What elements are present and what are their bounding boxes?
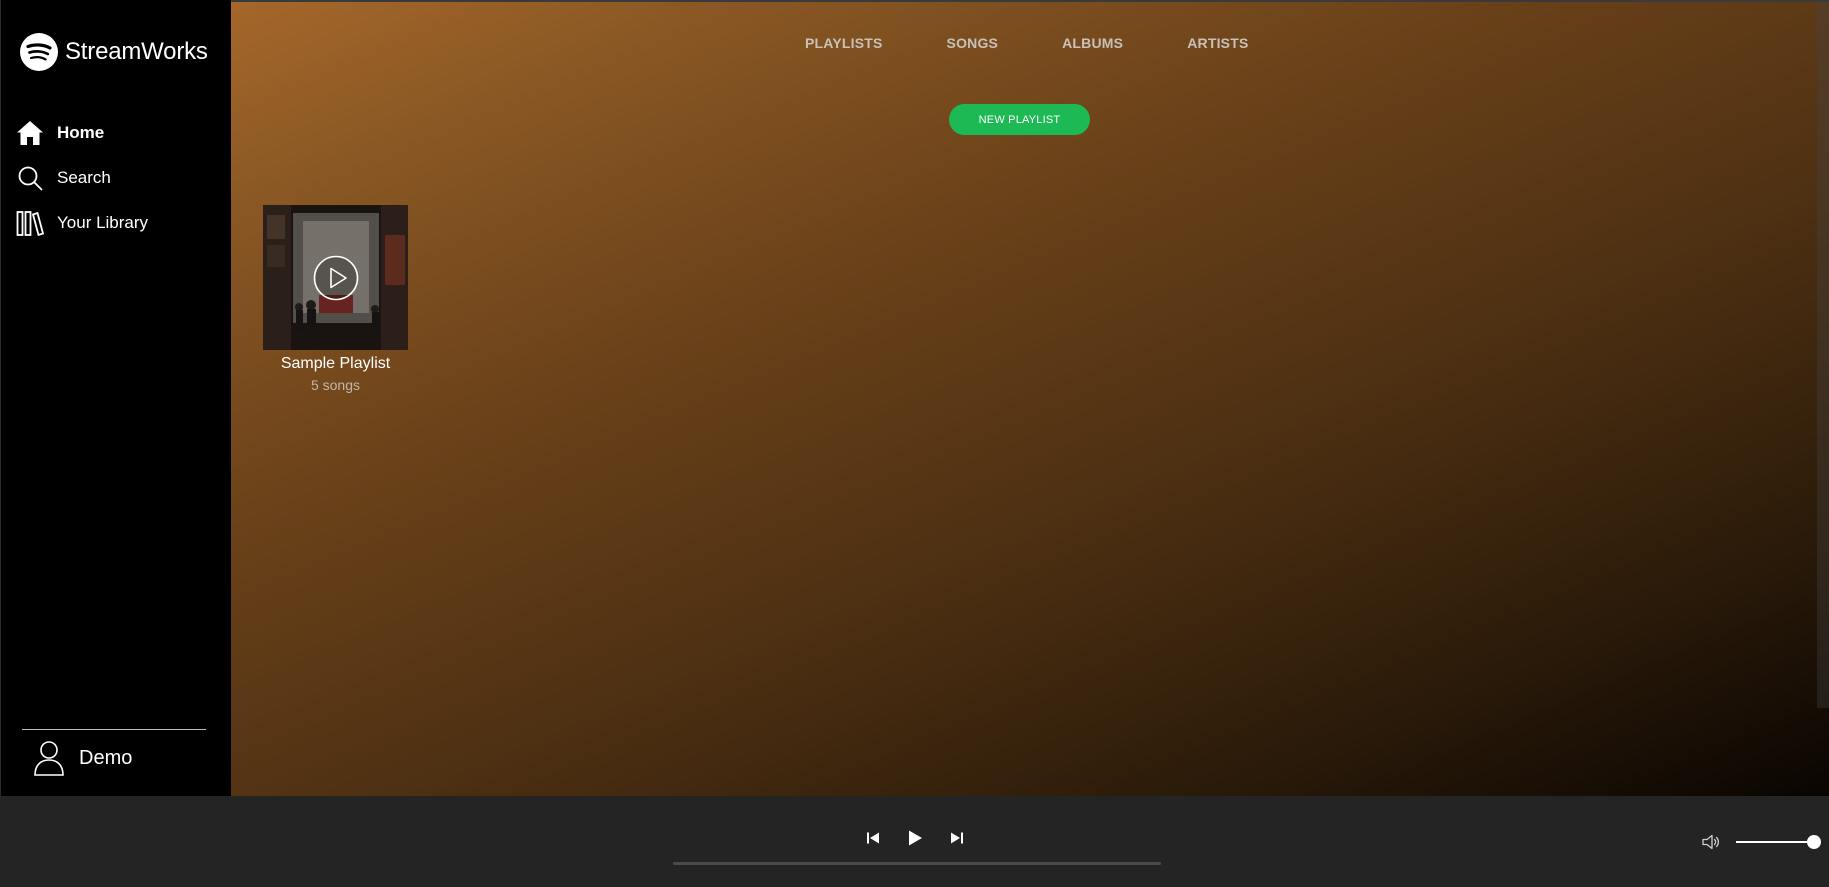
sidebar-item-search[interactable]: Search	[15, 155, 225, 200]
volume-control	[1702, 834, 1821, 850]
brand-name: StreamWorks	[65, 38, 208, 65]
user-name: Demo	[79, 746, 133, 769]
playlist-song-count: 5 songs	[310, 377, 361, 393]
skip-previous-icon	[867, 832, 879, 844]
library-icon	[15, 208, 45, 238]
tab-albums[interactable]: ALBUMS	[1062, 35, 1123, 51]
volume-handle[interactable]	[1807, 835, 1821, 849]
volume-icon[interactable]	[1702, 834, 1720, 850]
play-button[interactable]	[906, 829, 924, 847]
sidebar: StreamWorks Home Search Your Library Dem…	[0, 0, 231, 796]
play-icon[interactable]	[313, 255, 359, 301]
sidebar-item-label: Search	[57, 167, 111, 187]
user-icon	[34, 741, 64, 776]
previous-button[interactable]	[866, 831, 880, 845]
playlist-card[interactable]: Sample Playlist 5 songs	[263, 205, 408, 393]
volume-slider[interactable]	[1736, 835, 1821, 849]
divider	[22, 729, 206, 730]
skip-next-icon	[951, 832, 963, 844]
streamworks-logo-icon	[20, 33, 58, 71]
tab-artists[interactable]: ARTISTS	[1187, 35, 1248, 51]
volume-fill	[1736, 841, 1814, 843]
tab-songs[interactable]: SONGS	[947, 35, 999, 51]
tab-playlists[interactable]: PLAYLISTS	[805, 35, 883, 51]
next-button[interactable]	[950, 831, 964, 845]
sidebar-item-library[interactable]: Your Library	[15, 200, 225, 245]
playback-controls	[866, 829, 964, 847]
home-icon	[15, 118, 45, 148]
sidebar-item-label: Home	[57, 122, 105, 142]
user-profile[interactable]: Demo	[33, 740, 132, 776]
sidebar-item-home[interactable]: Home	[15, 110, 225, 155]
new-playlist-button[interactable]: NEW PLAYLIST	[949, 104, 1090, 135]
app-window: StreamWorks Home Search Your Library Dem…	[0, 0, 1829, 887]
sidebar-nav: Home Search Your Library	[15, 110, 225, 245]
main-content: PLAYLISTS SONGS ALBUMS ARTISTS NEW PLAYL…	[231, 0, 1829, 796]
playlist-title[interactable]: Sample Playlist	[263, 355, 408, 373]
progress-bar[interactable]	[673, 862, 1161, 865]
play-icon	[909, 830, 922, 846]
search-icon	[15, 163, 45, 193]
sidebar-item-label: Your Library	[57, 212, 149, 232]
library-tabs: PLAYLISTS SONGS ALBUMS ARTISTS	[805, 35, 1249, 51]
brand[interactable]: StreamWorks	[19, 31, 208, 73]
playlist-cover[interactable]	[263, 205, 408, 350]
scrollbar[interactable]	[1817, 2, 1829, 708]
